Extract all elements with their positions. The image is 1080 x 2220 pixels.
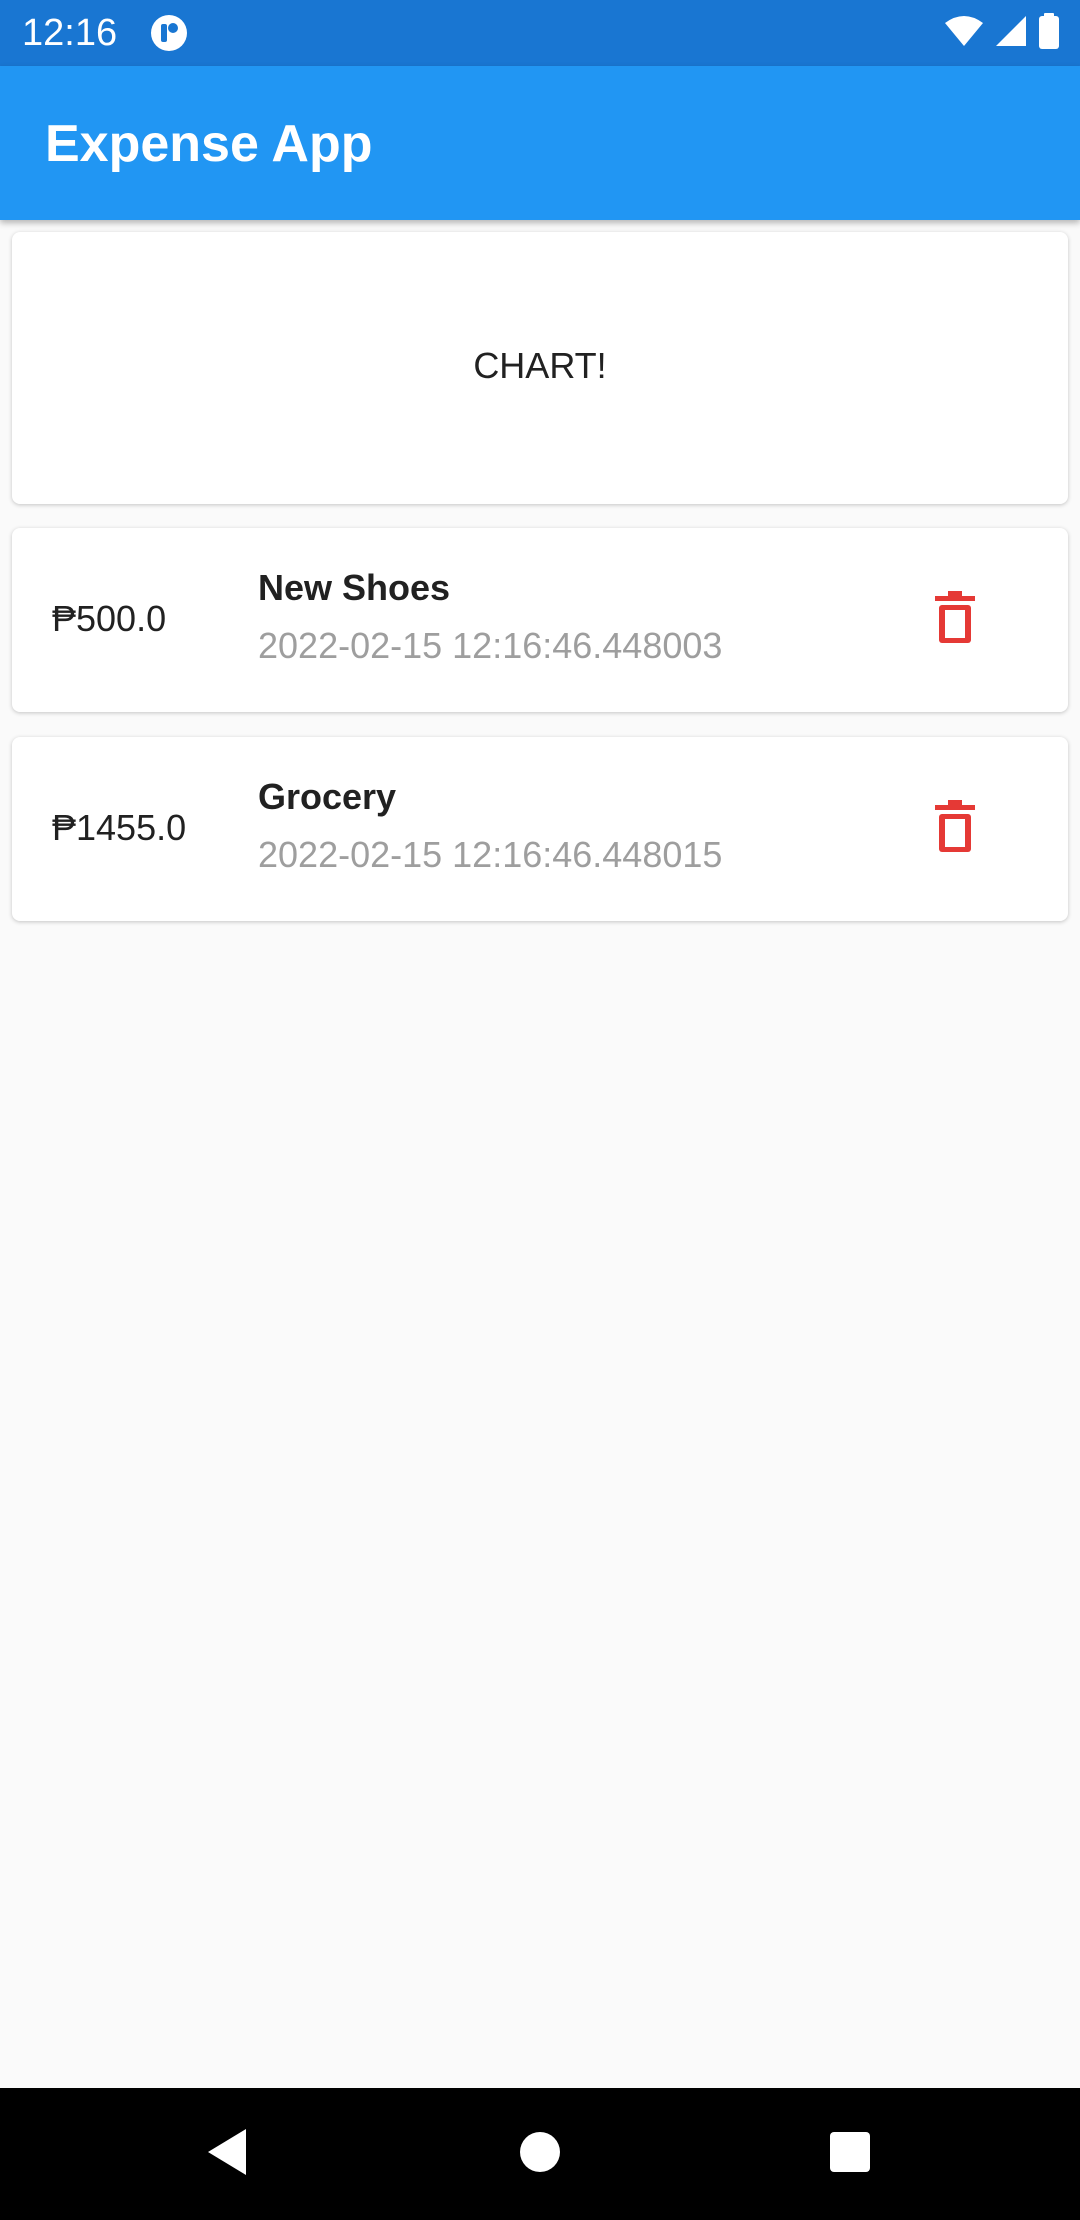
battery-icon: [1038, 12, 1060, 54]
transaction-date: 2022-02-15 12:16:46.448015: [258, 834, 723, 875]
status-bar: 12:16: [0, 0, 1080, 66]
delete-button[interactable]: [920, 584, 990, 654]
delete-button[interactable]: [920, 793, 990, 863]
chart-placeholder-label: CHART!: [473, 345, 607, 386]
home-circle-icon: [519, 2131, 561, 2178]
transaction-card: ₱500.0 New Shoes 2022-02-15 12:16:46.448…: [12, 528, 1068, 712]
recents-button[interactable]: [810, 2114, 890, 2194]
recents-square-icon: [829, 2131, 871, 2178]
transaction-title: Grocery: [258, 776, 397, 817]
chart-card: CHART!: [12, 232, 1068, 504]
transaction-amount: ₱1455.0: [52, 807, 187, 848]
app-bar: Expense App: [0, 66, 1080, 220]
back-button[interactable]: [186, 2114, 266, 2194]
app-title: Expense App: [45, 115, 373, 173]
transaction-title: New Shoes: [258, 567, 451, 608]
notification-app-icon: [150, 14, 188, 52]
home-button[interactable]: [500, 2114, 580, 2194]
status-time: 12:16: [22, 12, 118, 54]
system-nav-bar: [0, 2088, 1080, 2220]
transaction-card: ₱1455.0 Grocery 2022-02-15 12:16:46.4480…: [12, 737, 1068, 921]
status-icons: [944, 12, 1060, 54]
wifi-icon: [944, 15, 984, 52]
back-triangle-icon: [204, 2127, 248, 2182]
trash-icon: [935, 799, 975, 857]
trash-icon: [935, 590, 975, 648]
transaction-date: 2022-02-15 12:16:46.448003: [258, 625, 723, 666]
signal-icon: [994, 14, 1028, 53]
transaction-amount: ₱500.0: [52, 598, 167, 639]
